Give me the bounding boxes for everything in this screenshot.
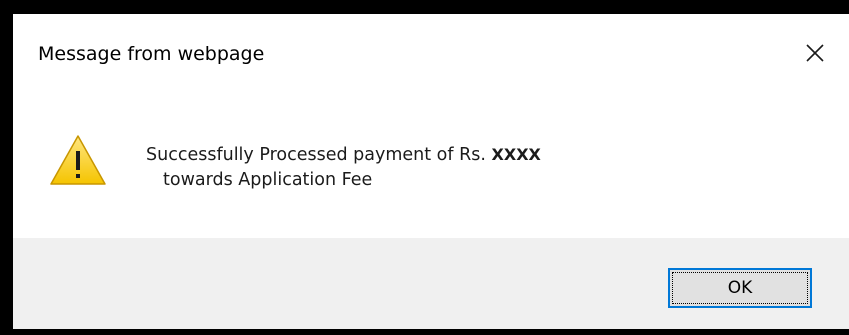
warning-triangle-icon bbox=[50, 135, 106, 185]
screenshot-frame: Message from webpage Successfully Proces… bbox=[0, 0, 849, 335]
dialog-title: Message from webpage bbox=[38, 43, 265, 65]
close-button[interactable] bbox=[798, 36, 832, 70]
dialog-footer: OK bbox=[13, 238, 849, 329]
message-text-line2: towards Application Fee bbox=[163, 170, 373, 190]
message-dialog: Message from webpage Successfully Proces… bbox=[13, 14, 849, 329]
payment-amount: XXXX bbox=[491, 145, 541, 164]
ok-button-label: OK bbox=[727, 278, 753, 298]
message-text: Successfully Processed payment of Rs. bbox=[146, 145, 486, 165]
dialog-body: Successfully Processed payment of Rs. XX… bbox=[13, 104, 849, 239]
close-icon bbox=[806, 44, 824, 62]
dialog-message: Successfully Processed payment of Rs. XX… bbox=[146, 142, 541, 193]
ok-button[interactable]: OK bbox=[668, 268, 812, 308]
